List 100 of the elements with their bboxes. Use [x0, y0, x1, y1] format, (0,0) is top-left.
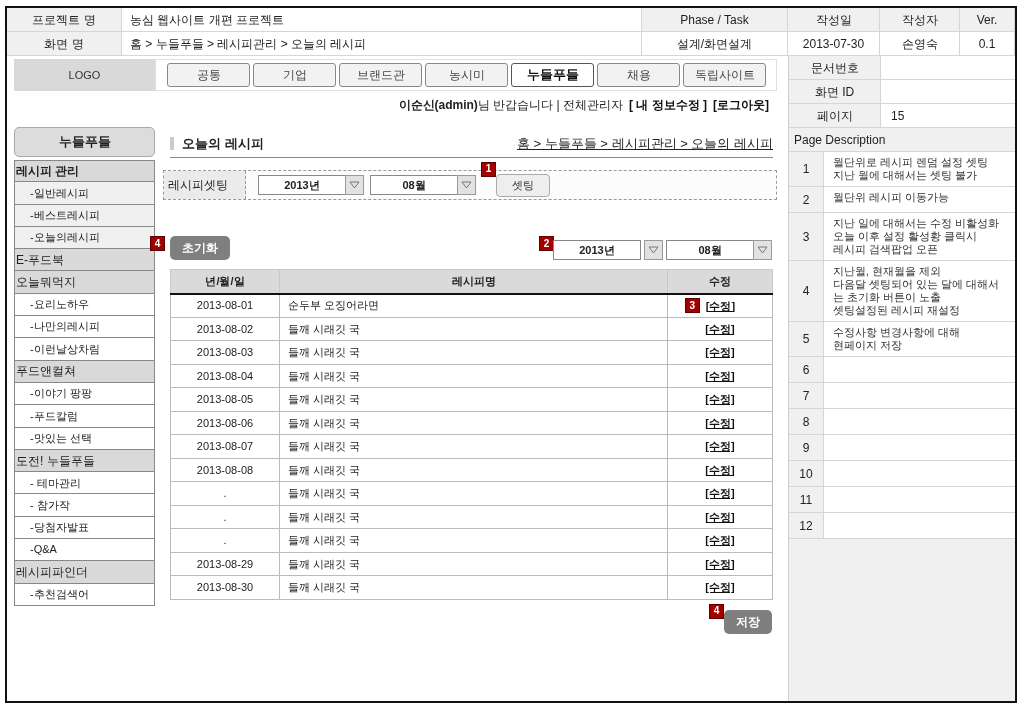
annotation-badge: 4: [150, 236, 165, 251]
nav-tab[interactable]: 누들푸들: [511, 63, 594, 87]
row-number: 5: [789, 322, 824, 356]
sidebar-item[interactable]: -맛있는 선택: [14, 427, 155, 450]
table-cell: 2013-08-30: [170, 575, 280, 599]
table-cell: 순두부 오징어라면: [279, 293, 668, 317]
sidebar-item[interactable]: -베스트레시피: [14, 204, 155, 227]
field-value: 0.1: [960, 32, 1015, 56]
field-label: 작성자: [880, 8, 960, 32]
table-cell: 2013-08-06: [170, 411, 280, 435]
breadcrumb-link[interactable]: 홈 > 누들푸들 > 레시피관리 > 오늘의 레시피: [516, 133, 773, 154]
row-number: 11: [789, 487, 824, 512]
sidebar-group[interactable]: 레시피 관리: [14, 160, 155, 183]
nav-tab[interactable]: 공통: [167, 63, 250, 87]
sidebar-item[interactable]: -나만의레시피: [14, 316, 155, 339]
table-cell: 2013-08-03: [170, 340, 280, 364]
description-text: 월단위로 레시피 렌덤 설정 셋팅 지난 월에 대해서는 셋팅 불가: [832, 155, 989, 183]
reset-button[interactable]: 초기화: [170, 236, 230, 260]
table-cell: .: [170, 481, 280, 505]
setting-button[interactable]: 셋팅: [496, 173, 550, 197]
nav-tab[interactable]: 농시미: [425, 63, 508, 87]
sidebar-item[interactable]: - 참가작: [14, 494, 155, 517]
table-cell: 들깨 시래깃 국: [279, 364, 668, 388]
sidebar-item[interactable]: -당첨자발표: [14, 516, 155, 540]
table-cell: 들깨 시래깃 국: [279, 434, 668, 458]
greeting-text: 이순신(admin)님 반갑습니다 | 전체관리자: [398, 98, 623, 112]
sidebar-group[interactable]: 푸드앤컬쳐: [14, 360, 155, 383]
sidebar-item[interactable]: -이야기 팡팡: [14, 382, 155, 406]
row-number: 1: [789, 152, 824, 186]
field-label: Phase / Task: [642, 8, 788, 32]
table-cell: .: [170, 528, 280, 552]
table-cell: 들깨 시래깃 국: [279, 387, 668, 411]
sidebar-group[interactable]: E-푸드북: [14, 249, 155, 272]
table-cell: 들깨 시래깃 국: [279, 340, 668, 364]
table-cell: 들깨 시래깃 국: [279, 575, 668, 599]
row-number: 9: [789, 435, 824, 460]
column-header: 레시피명: [279, 269, 668, 294]
sidebar-item[interactable]: -Q&A: [14, 539, 155, 562]
sidebar-group[interactable]: 레시피파인더: [14, 561, 155, 584]
page-title: 오늘의 레시피: [182, 134, 264, 153]
table-cell: 들깨 시래깃 국: [279, 528, 668, 552]
row-number: 8: [789, 409, 824, 434]
sidebar-item[interactable]: -추천검색어: [14, 583, 155, 606]
table-cell: 2013-08-02: [170, 317, 280, 341]
field-value: 15: [890, 107, 906, 125]
logo: LOGO: [14, 59, 155, 91]
field-label: 화면 명: [7, 32, 122, 56]
field-value: 농심 웹사이트 개편 프로젝트: [122, 8, 642, 32]
row-number: 10: [789, 461, 824, 486]
annotation-badge: 3: [684, 298, 700, 314]
annotation-badge: 1: [481, 161, 496, 177]
field-label: 문서번호: [789, 56, 881, 79]
settings-label: 레시피셋팅: [164, 171, 246, 199]
sidebar-item[interactable]: -요리노하우: [14, 293, 155, 317]
description-text: 월단위 레시피 이동가능: [832, 190, 950, 205]
section-title: Page Description: [789, 128, 1015, 152]
sidebar-item[interactable]: -이런날상차림: [14, 338, 155, 361]
table-cell: .: [170, 505, 280, 529]
field-label: 프로젝트 명: [7, 8, 122, 32]
header-link[interactable]: [ 내 정보수정 ]: [629, 98, 707, 112]
sidebar-item[interactable]: -푸드칼럼: [14, 405, 155, 428]
save-button[interactable]: 저장: [724, 609, 772, 634]
annotation-badge: 4: [709, 603, 724, 619]
sidebar-item[interactable]: - 테마관리: [14, 472, 155, 495]
sidebar-item[interactable]: -일반레시피: [14, 182, 155, 205]
nav-tab[interactable]: 채용: [597, 63, 680, 87]
table-cell: 2013-08-05: [170, 387, 280, 411]
table-cell: 2013-08-01: [170, 293, 280, 317]
sidebar-title: 누들푸들: [14, 127, 155, 157]
table-cell: 2013-08-08: [170, 458, 280, 482]
column-header: 수정: [667, 269, 773, 294]
nav-tab[interactable]: 브랜드관: [339, 63, 422, 87]
field-label: 작성일: [788, 8, 880, 32]
table-cell: 2013-08-07: [170, 434, 280, 458]
field-value: 홈 > 누들푸들 > 레시피관리 > 오늘의 레시피: [122, 32, 642, 56]
table-cell: 들깨 시래깃 국: [279, 317, 668, 341]
header-link[interactable]: [로그아웃]: [713, 98, 769, 112]
edit-link[interactable]: [수정]: [705, 297, 736, 315]
table-cell: 2013-08-04: [170, 364, 280, 388]
title-marker-icon: [170, 137, 174, 150]
sidebar-group[interactable]: 오늘뭐먹지: [14, 271, 155, 294]
description-text: 수정사항 변경사항에 대해 현페이지 저장: [832, 325, 961, 353]
row-number: 2: [789, 187, 824, 212]
table-cell: 들깨 시래깃 국: [279, 411, 668, 435]
row-number: 6: [789, 357, 824, 382]
table-cell: 들깨 시래깃 국: [279, 552, 668, 576]
field-value: 설계/화면설계: [642, 32, 788, 56]
row-number: 12: [789, 513, 824, 538]
column-header: 년/월/일: [170, 269, 280, 294]
nav-tab[interactable]: 독립사이트: [683, 63, 766, 87]
row-number: 4: [789, 261, 824, 321]
table-cell: 들깨 시래깃 국: [279, 458, 668, 482]
sidebar-group[interactable]: 도전! 누들푸들: [14, 449, 155, 473]
nav-tab[interactable]: 기업: [253, 63, 336, 87]
description-text: 지난월, 현재월을 제외 다음달 셋팅되어 있는 달에 대해서 는 초기화 버튼이 노출 셋팅설정된 레시피 재설정: [832, 264, 1000, 318]
table-cell: 2013-08-29: [170, 552, 280, 576]
row-number: 3: [789, 213, 824, 260]
table-cell: 들깨 시래깃 국: [279, 481, 668, 505]
description-text: 지난 일에 대해서는 수정 비활성화 오늘 이후 설정 활성황 클릭시 레시피 검색팝업 오픈: [832, 216, 1000, 257]
table-cell: 들깨 시래깃 국: [279, 505, 668, 529]
